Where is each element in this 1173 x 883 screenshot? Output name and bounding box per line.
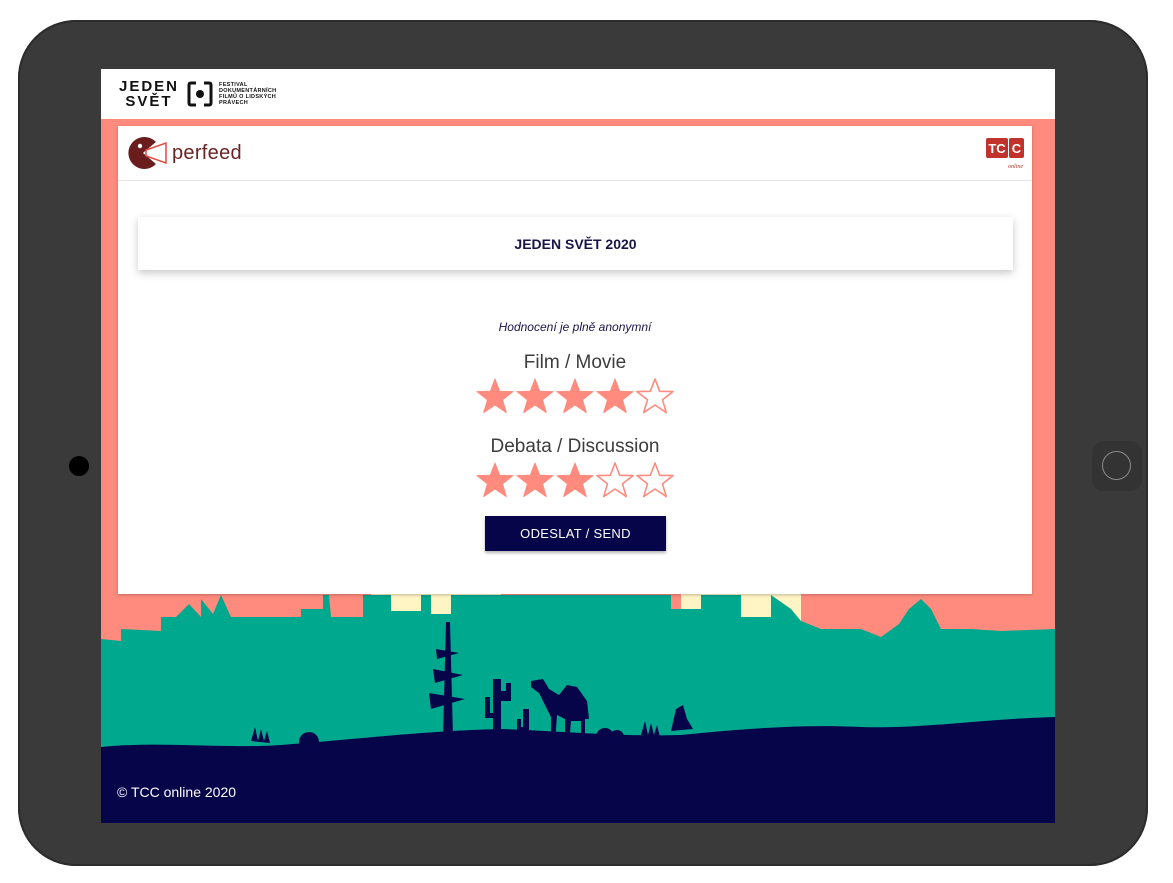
tcc-online-logo[interactable]: TC C online bbox=[986, 138, 1024, 172]
tcc-logo-sub: online bbox=[1008, 164, 1023, 170]
festival-logo[interactable]: JEDEN SVĚT FESTIVAL DOKUMENTÁRNÍCH FILMŮ… bbox=[119, 78, 276, 110]
film-rating-stars[interactable] bbox=[475, 376, 675, 420]
star-icon-filled[interactable] bbox=[475, 376, 515, 420]
festival-logo-line2: SVĚT bbox=[125, 93, 173, 110]
feedback-card: perfeed TC C online JEDEN SVĚT 2020 Hodn… bbox=[118, 126, 1032, 594]
copyright-text: © TCC online 2020 bbox=[117, 784, 237, 800]
event-title-box: JEDEN SVĚT 2020 bbox=[138, 217, 1013, 270]
event-title: JEDEN SVĚT 2020 bbox=[514, 235, 637, 252]
star-icon-filled[interactable] bbox=[595, 376, 635, 420]
tcc-logo-accent-letter: C bbox=[1012, 141, 1022, 156]
send-button[interactable]: ODESLAT / SEND bbox=[485, 516, 666, 551]
perfeed-pacman-icon bbox=[128, 137, 167, 169]
star-icon-empty[interactable] bbox=[635, 460, 675, 504]
home-button-ring bbox=[1102, 451, 1131, 480]
card-header: perfeed TC C online bbox=[118, 126, 1032, 181]
star-icon-filled[interactable] bbox=[555, 460, 595, 504]
screen: JEDEN SVĚT FESTIVAL DOKUMENTÁRNÍCH FILMŮ… bbox=[101, 69, 1055, 823]
perfeed-wordmark: perfeed bbox=[172, 141, 242, 164]
camera-dot bbox=[69, 456, 89, 476]
film-rating-label: Film / Movie bbox=[523, 352, 627, 373]
top-bar: JEDEN SVĚT FESTIVAL DOKUMENTÁRNÍCH FILMŮ… bbox=[101, 69, 1055, 119]
star-icon-empty[interactable] bbox=[595, 460, 635, 504]
discussion-rating-stars[interactable] bbox=[475, 460, 675, 504]
star-icon-filled[interactable] bbox=[515, 460, 555, 504]
festival-tagline: FESTIVAL DOKUMENTÁRNÍCH FILMŮ O LIDSKÝCH… bbox=[219, 82, 276, 106]
anonymity-note: Hodnocení je plně anonymní bbox=[498, 320, 652, 334]
festival-bracket-icon bbox=[187, 81, 213, 107]
star-icon-filled[interactable] bbox=[555, 376, 595, 420]
festival-logo-line1: JEDEN bbox=[119, 78, 180, 95]
perfeed-logo[interactable]: perfeed bbox=[126, 135, 242, 171]
home-button[interactable] bbox=[1092, 441, 1142, 491]
festival-tagline-line: PRÁVECH bbox=[219, 100, 249, 106]
star-icon-filled[interactable] bbox=[515, 376, 555, 420]
festival-logo-words: JEDEN SVĚT bbox=[119, 79, 179, 109]
star-icon-empty[interactable] bbox=[635, 376, 675, 420]
star-icon-filled[interactable] bbox=[475, 460, 515, 504]
tcc-logo-letters: TC bbox=[988, 141, 1006, 156]
discussion-rating-label: Debata / Discussion bbox=[490, 436, 660, 457]
